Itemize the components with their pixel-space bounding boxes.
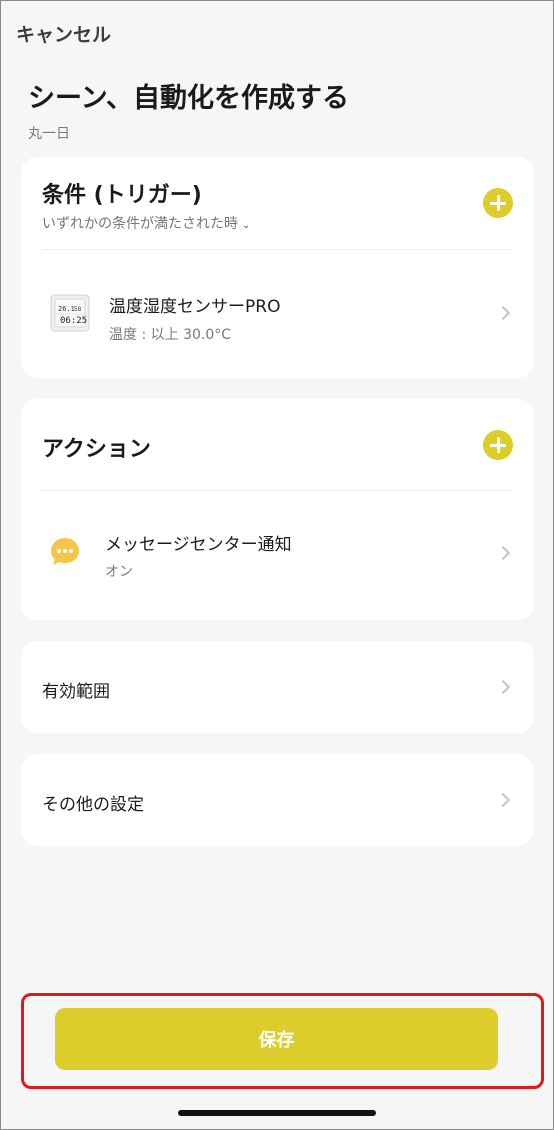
- action-name: メッセージセンター通知: [105, 535, 292, 555]
- effective-scope-row[interactable]: 有効範囲: [21, 641, 534, 733]
- other-settings-row[interactable]: その他の設定: [21, 754, 534, 846]
- condition-mode-label: いずれかの条件が満たされた時: [42, 216, 238, 232]
- chevron-right-icon: [495, 679, 511, 695]
- thermometer-hygrometer-icon: 26.1 58 06:25: [50, 294, 90, 332]
- svg-text:58: 58: [74, 306, 82, 313]
- chevron-right-icon: [495, 545, 511, 561]
- home-indicator[interactable]: [178, 1110, 376, 1116]
- svg-text:06:25: 06:25: [60, 316, 87, 326]
- condition-mode-selector[interactable]: いずれかの条件が満たされた時 ⌄: [42, 213, 250, 233]
- save-button[interactable]: 保存: [55, 1008, 498, 1070]
- cancel-button[interactable]: キャンセル: [16, 20, 111, 47]
- chevron-down-icon: ⌄: [242, 220, 251, 231]
- condition-detail: 温度 : 以上 30.0°C: [109, 327, 232, 343]
- action-detail: オン: [105, 564, 133, 580]
- page-title: シーン、自動化を作成する: [28, 83, 350, 114]
- actions-card: アクション メッセージセンター通知 オン: [21, 399, 534, 620]
- schedule-subtitle[interactable]: 丸一日: [28, 123, 70, 143]
- add-action-button[interactable]: [483, 430, 513, 460]
- other-settings-label: その他の設定: [42, 795, 144, 815]
- condition-device-name: 温度湿度センサーPRO: [109, 297, 281, 317]
- svg-text:26.1: 26.1: [58, 305, 75, 313]
- conditions-card: 条件 (トリガー) いずれかの条件が満たされた時 ⌄ 26.1 58 06:25 …: [21, 157, 534, 378]
- effective-scope-label: 有効範囲: [42, 682, 110, 702]
- add-condition-button[interactable]: [483, 188, 513, 218]
- chat-bubble-icon: [51, 538, 79, 565]
- action-row[interactable]: メッセージセンター通知 オン: [21, 491, 534, 620]
- chevron-right-icon: [495, 792, 511, 808]
- actions-title: アクション: [42, 437, 151, 462]
- chevron-right-icon: [495, 305, 511, 321]
- condition-row[interactable]: 26.1 58 06:25 温度湿度センサーPRO 温度 : 以上 30.0°C: [21, 250, 534, 378]
- conditions-title: 条件 (トリガー): [42, 183, 202, 208]
